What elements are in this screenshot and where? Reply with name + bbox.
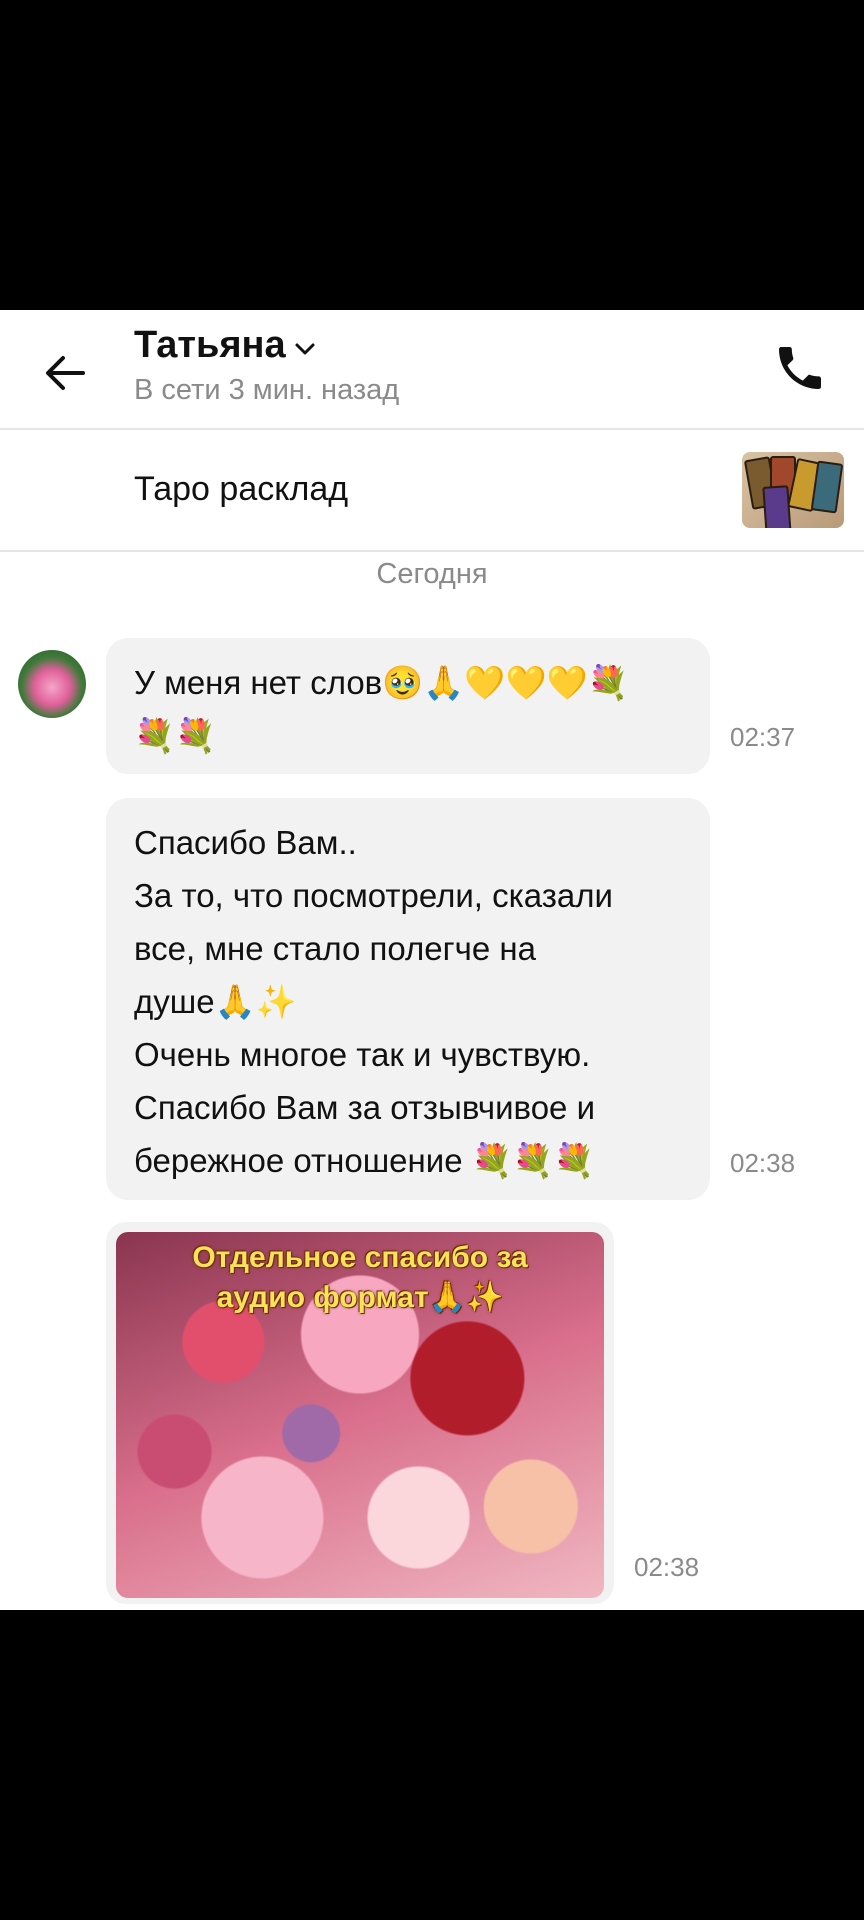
message-time: 02:37 xyxy=(730,722,796,752)
message-line: все, мне стало полегче на xyxy=(134,930,536,967)
tarot-card-image xyxy=(762,485,792,528)
message-time: 02:38 xyxy=(730,1148,796,1178)
back-button[interactable] xyxy=(40,348,90,398)
ad-thumbnail xyxy=(742,452,844,528)
call-button[interactable] xyxy=(772,340,832,400)
message-line: Спасибо Вам за отзывчивое и xyxy=(134,1089,596,1126)
chat-header: Татьяна В сети 3 мин. назад xyxy=(0,310,864,430)
tarot-card-image xyxy=(810,460,844,514)
online-status: В сети 3 мин. назад xyxy=(134,374,400,406)
message-line: 💐💐 xyxy=(134,717,217,754)
image-caption: Отдельное спасибо за аудио формат🙏✨ xyxy=(116,1238,604,1318)
message-bubble[interactable]: Спасибо Вам.. За то, что посмотрели, ска… xyxy=(106,798,710,1200)
image-caption-line: Отдельное спасибо за xyxy=(192,1241,528,1274)
phone-icon xyxy=(779,347,821,389)
message-time: 02:38 xyxy=(634,1552,700,1582)
message-line: Спасибо Вам.. xyxy=(134,824,357,861)
contact-avatar[interactable] xyxy=(18,650,86,718)
message-line: У меня нет слов🥹🙏💛💛💛💐 xyxy=(134,664,629,701)
ad-reference[interactable]: Таро расклад xyxy=(0,430,864,552)
ad-title: Таро расклад xyxy=(134,470,349,508)
chat-screen: Татьяна В сети 3 мин. назад Таро расклад… xyxy=(0,310,864,1610)
contact-name-button[interactable]: Татьяна xyxy=(134,324,316,367)
message-line: бережное отношение 💐💐💐 xyxy=(134,1142,595,1179)
flowers-image[interactable]: Отдельное спасибо за аудио формат🙏✨ xyxy=(116,1232,604,1598)
contact-name: Татьяна xyxy=(134,324,286,366)
arrow-left-icon xyxy=(46,356,85,390)
message-line: За то, что посмотрели, сказали xyxy=(134,877,613,914)
image-message[interactable]: Отдельное спасибо за аудио формат🙏✨ xyxy=(106,1222,614,1604)
message-line: душе🙏✨ xyxy=(134,983,297,1020)
date-separator: Сегодня xyxy=(376,558,488,590)
chevron-down-icon xyxy=(295,343,315,354)
image-caption-line: аудио формат🙏✨ xyxy=(216,1281,504,1314)
message-bubble[interactable]: У меня нет слов🥹🙏💛💛💛💐 💐💐 xyxy=(106,638,710,774)
message-line: Очень многое так и чувствую. xyxy=(134,1036,591,1073)
